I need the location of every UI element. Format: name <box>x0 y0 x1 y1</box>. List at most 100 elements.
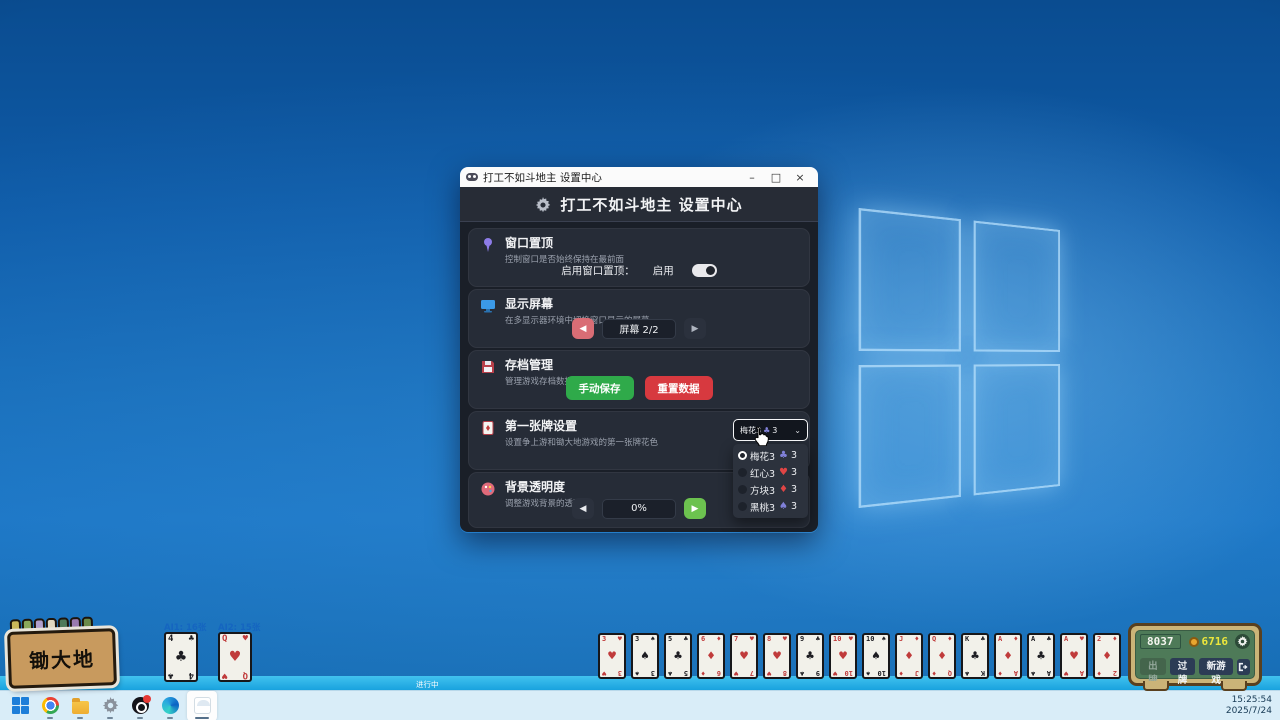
section-title: 第一张牌设置 <box>505 419 658 433</box>
start-button[interactable] <box>5 691 35 720</box>
section-window-pin: 窗口置顶 控制窗口是否始终保持在最前面 启用窗口置顶： 启用 <box>468 228 810 287</box>
dropdown-option-diamond[interactable]: 方块3♦3 <box>733 481 808 498</box>
pass-button[interactable]: 过牌 <box>1170 658 1196 675</box>
folder-icon <box>72 701 89 714</box>
play-cards-button[interactable]: 出牌 <box>1140 658 1166 675</box>
radio-icon <box>738 502 747 511</box>
exit-icon <box>1238 662 1248 672</box>
club-suit-icon: ♣ <box>779 450 788 461</box>
hand-card-9♣[interactable]: 9♣♣9♣ <box>796 633 824 679</box>
hand-card-10♠[interactable]: 10♠♠10♠ <box>862 633 890 679</box>
dropdown-option-club[interactable]: 梅花3♣3 <box>733 447 808 464</box>
pin-icon <box>480 237 496 253</box>
chrome-icon <box>42 697 59 714</box>
screen-indicator: 屏幕 2/2 <box>602 319 676 339</box>
obs-icon <box>132 697 149 714</box>
radio-icon <box>738 485 747 494</box>
player-hand: 3♥♥3♥3♠♠3♠5♣♣5♣6♦♦6♦7♥♥7♥8♥♥8♥9♣♣9♣10♥♥1… <box>598 633 1121 679</box>
section-title: 窗口置顶 <box>505 236 624 250</box>
panel-settings-button[interactable] <box>1235 634 1250 649</box>
opacity-value: 0% <box>602 499 676 519</box>
close-button[interactable]: × <box>788 171 812 184</box>
section-title: 存档管理 <box>505 358 599 372</box>
hand-card-3♥[interactable]: 3♥♥3♥ <box>598 633 626 679</box>
taskbar-item-file-explorer[interactable] <box>65 691 95 720</box>
hand-card-A♦[interactable]: A♦♦A♦ <box>994 633 1022 679</box>
hand-cursor <box>751 426 769 446</box>
pin-toggle-switch[interactable] <box>692 264 717 277</box>
hand-card-A♣[interactable]: A♣♣A♣ <box>1027 633 1055 679</box>
clock-time: 15:25:54 <box>1226 695 1272 706</box>
screen-prev-button[interactable]: ◀ <box>572 318 594 339</box>
app-window-icon <box>194 697 211 714</box>
radio-icon <box>738 451 747 460</box>
first-card-menu: 梅花3♣3红心3♥3方块3♦3黑桃3♠3 <box>733 444 808 518</box>
dropdown-option-heart[interactable]: 红心3♥3 <box>733 464 808 481</box>
hand-card-5♣[interactable]: 5♣♣5♣ <box>664 633 692 679</box>
heart-suit-icon: ♥ <box>779 467 788 478</box>
taskbar-item-obs[interactable] <box>125 691 155 720</box>
settings-title: 打工不如斗地主 设置中心 <box>560 194 742 215</box>
hand-card-K♣[interactable]: K♣♣K♣ <box>961 633 989 679</box>
settings-window: 打工不如斗地主 设置中心 – □ × 打工不如斗地主 设置中心 窗口置顶 <box>460 167 818 533</box>
hand-card-2♦[interactable]: 2♦♦2♦ <box>1093 633 1121 679</box>
playing-card-icon <box>480 420 496 436</box>
taskbar-item-active-app[interactable] <box>187 691 217 720</box>
hand-card-8♥[interactable]: 8♥♥8♥ <box>763 633 791 679</box>
section-save-management: 存档管理 管理游戏存档数据和设置 手动保存 重置数据 <box>468 350 810 409</box>
hand-card-Q♦[interactable]: Q♦♦Q♦ <box>928 633 956 679</box>
edge-icon <box>162 697 179 714</box>
minimize-button[interactable]: – <box>740 171 764 184</box>
monitor-icon <box>480 298 496 314</box>
hand-card-J♦[interactable]: J♦♦J♦ <box>895 633 923 679</box>
hand-card-3♠[interactable]: 3♠♠3♠ <box>631 633 659 679</box>
gear-icon <box>1237 636 1248 647</box>
game-control-panel: 8037 6716 出牌 过牌 新游戏 <box>1128 623 1262 686</box>
hand-card-6♦[interactable]: 6♦♦6♦ <box>697 633 725 679</box>
game-logo: 锄大地 <box>7 628 117 689</box>
gear-icon <box>102 697 119 714</box>
new-game-button[interactable]: 新游戏 <box>1199 658 1232 675</box>
window-title: 打工不如斗地主 设置中心 <box>483 170 740 185</box>
section-description: 设置争上游和锄大地游戏的第一张牌花色 <box>505 436 658 448</box>
hand-card-7♥[interactable]: 7♥♥7♥ <box>730 633 758 679</box>
taskbar-clock[interactable]: 15:25:54 2025/7/24 <box>1226 695 1280 717</box>
screen-next-button[interactable]: ▶ <box>684 318 706 339</box>
chevron-down-icon: ⌄ <box>794 426 801 435</box>
gamepad-icon <box>466 173 478 181</box>
titlebar[interactable]: 打工不如斗地主 设置中心 – □ × <box>460 167 818 187</box>
pin-toggle-label: 启用窗口置顶： <box>561 263 635 278</box>
palette-icon <box>480 481 496 497</box>
exit-button[interactable] <box>1237 659 1250 675</box>
section-title: 背景透明度 <box>505 480 590 494</box>
taskbar-icons <box>0 691 219 720</box>
ai2-card: Q♥ ♥ Q♥ <box>218 632 252 682</box>
taskbar-item-settings[interactable] <box>95 691 125 720</box>
hand-card-A♥[interactable]: A♥♥A♥ <box>1060 633 1088 679</box>
desktop-stage: 打工不如斗地主 设置中心 – □ × 打工不如斗地主 设置中心 窗口置顶 <box>0 0 1280 720</box>
panel-screen: 8037 6716 出牌 过牌 新游戏 <box>1135 630 1255 679</box>
reset-data-button[interactable]: 重置数据 <box>645 376 713 400</box>
ai1-card: 4♣ ♣ 4♣ <box>164 632 198 682</box>
maximize-button[interactable]: □ <box>764 171 788 184</box>
pin-toggle-value: 启用 <box>653 263 674 278</box>
gear-icon <box>535 197 551 213</box>
hand-card-10♥[interactable]: 10♥♥10♥ <box>829 633 857 679</box>
radio-icon <box>738 468 747 477</box>
section-display-screen: 显示屏幕 在多显示器环境中切换窗口显示的屏幕 ◀ 屏幕 2/2 ▶ <box>468 289 810 348</box>
windows-wallpaper-logo <box>859 208 1060 508</box>
dropdown-option-spade[interactable]: 黑桃3♠3 <box>733 498 808 515</box>
game-status-text: 进行中 <box>416 679 439 690</box>
floppy-icon <box>480 359 496 375</box>
opacity-prev-button[interactable]: ◀ <box>572 498 594 519</box>
opacity-next-button[interactable]: ▶ <box>684 498 706 519</box>
spade-suit-icon: ♠ <box>779 501 788 512</box>
taskbar-item-edge[interactable] <box>155 691 185 720</box>
coin-icon <box>1189 637 1199 647</box>
first-card-dropdown[interactable]: 梅花3 ♣ 3 ⌄ <box>733 419 808 441</box>
clock-date: 2025/7/24 <box>1226 706 1272 717</box>
section-title: 显示屏幕 <box>505 297 650 311</box>
coins-display: 6716 <box>1202 635 1229 648</box>
manual-save-button[interactable]: 手动保存 <box>566 376 634 400</box>
taskbar-item-chrome[interactable] <box>35 691 65 720</box>
